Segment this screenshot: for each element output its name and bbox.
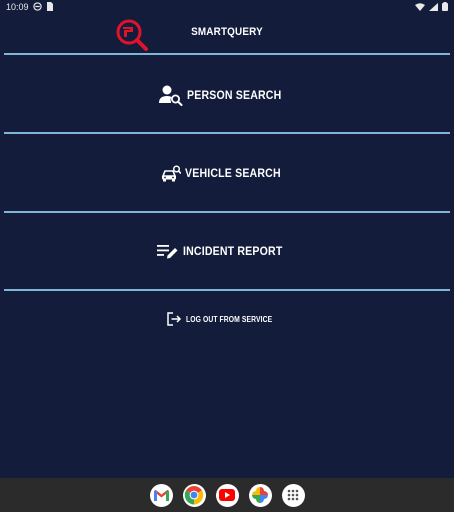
vehicle-search-label: VEHICLE SEARCH bbox=[184, 166, 281, 180]
divider bbox=[4, 211, 450, 213]
person-search-label: PERSON SEARCH bbox=[187, 88, 282, 102]
status-right bbox=[415, 2, 448, 11]
person-search-icon bbox=[159, 85, 183, 106]
status-left: 10:09 bbox=[6, 2, 53, 12]
logout-button[interactable]: LOG OUT FROM SERVICE bbox=[0, 310, 454, 328]
chrome-app[interactable] bbox=[182, 483, 206, 507]
app-drawer-button[interactable] bbox=[281, 483, 305, 507]
vehicle-search-button[interactable]: VEHICLE SEARCH bbox=[0, 162, 454, 184]
person-search-button[interactable]: PERSON SEARCH bbox=[0, 83, 454, 107]
wifi-icon bbox=[415, 2, 425, 11]
app-dock bbox=[0, 478, 454, 512]
divider bbox=[4, 132, 450, 134]
app-drawer-icon bbox=[287, 489, 299, 501]
app-title: SMARTQUERY bbox=[191, 26, 263, 38]
youtube-app[interactable] bbox=[215, 483, 239, 507]
media-icon bbox=[32, 2, 42, 11]
logout-icon bbox=[167, 312, 182, 326]
edit-note-icon bbox=[157, 245, 178, 259]
gmail-app[interactable] bbox=[149, 483, 173, 507]
incident-report-label: INCIDENT REPORT bbox=[183, 244, 283, 258]
divider bbox=[4, 289, 450, 291]
logout-label: LOG OUT FROM SERVICE bbox=[186, 314, 273, 324]
status-time: 10:09 bbox=[6, 1, 29, 12]
youtube-icon bbox=[219, 489, 235, 501]
sim-icon bbox=[46, 2, 53, 11]
battery-icon bbox=[442, 2, 448, 11]
app-header: SMARTQUERY bbox=[0, 14, 454, 52]
chrome-icon bbox=[184, 486, 204, 505]
status-bar: 10:09 bbox=[0, 0, 454, 13]
vehicle-search-icon bbox=[161, 165, 181, 182]
gmail-icon bbox=[153, 489, 169, 501]
divider bbox=[4, 53, 450, 55]
photos-app[interactable] bbox=[248, 483, 272, 507]
photos-icon bbox=[252, 487, 268, 503]
signal-icon bbox=[429, 2, 438, 11]
incident-report-button[interactable]: INCIDENT REPORT bbox=[0, 240, 454, 262]
